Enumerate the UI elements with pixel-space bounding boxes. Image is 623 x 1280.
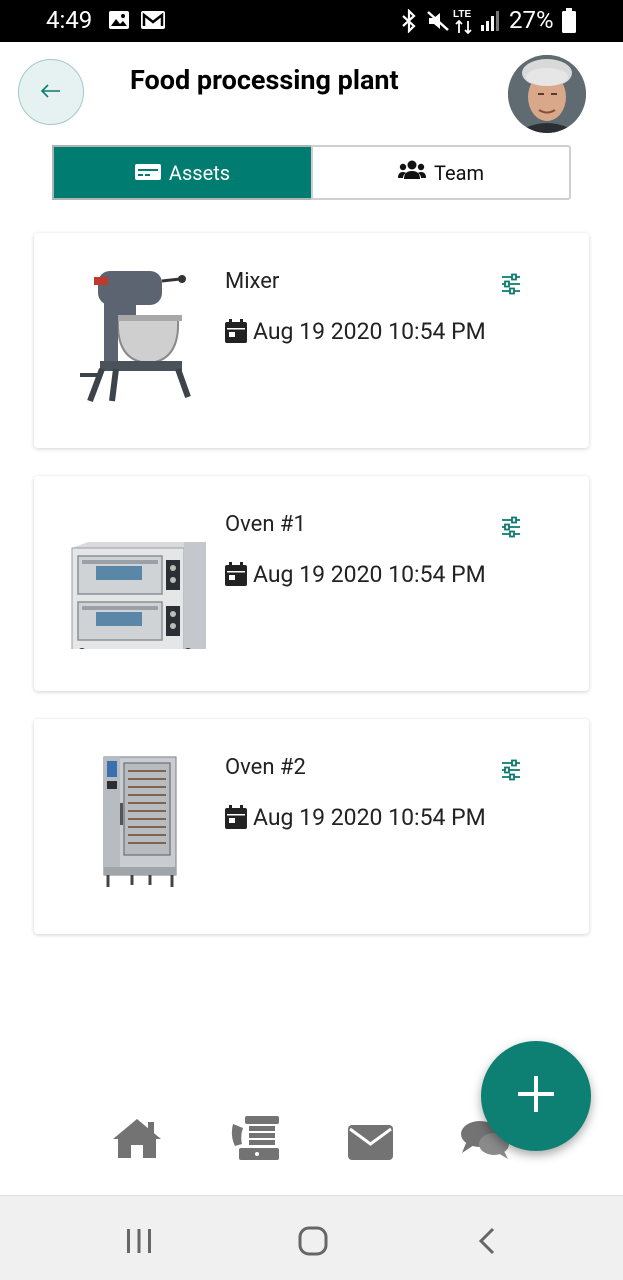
status-bar: 4:49 LTE 27% xyxy=(0,0,623,42)
gallery-icon xyxy=(108,9,130,35)
system-navigation-bar xyxy=(0,1195,623,1280)
bluetooth-icon xyxy=(400,8,418,37)
lte-icon: LTE xyxy=(452,7,476,39)
home-circle-icon[interactable] xyxy=(298,1226,328,1260)
battery-percentage: 27% xyxy=(509,6,554,34)
asset-name: Oven #1 xyxy=(225,512,306,537)
page-title: Food processing plant xyxy=(130,64,399,96)
back-nav-icon[interactable] xyxy=(478,1226,496,1260)
back-button[interactable] xyxy=(18,59,84,125)
home-icon[interactable] xyxy=(112,1117,162,1163)
mail-icon[interactable] xyxy=(348,1125,393,1164)
recents-icon[interactable] xyxy=(126,1229,152,1257)
mute-icon xyxy=(426,9,450,37)
plus-icon xyxy=(518,1076,554,1116)
arrow-left-icon xyxy=(40,83,61,102)
avatar[interactable] xyxy=(508,55,586,133)
signal-icon xyxy=(480,9,502,37)
asset-card-oven-1[interactable]: Oven #1 Aug 19 2020 10:54 PM xyxy=(34,476,589,691)
status-time: 4:49 xyxy=(46,6,93,34)
asset-image-deck-oven xyxy=(68,504,208,656)
asset-image-combi-oven xyxy=(68,747,208,892)
helpdesk-icon[interactable] xyxy=(229,1114,281,1166)
add-asset-button[interactable] xyxy=(481,1041,591,1151)
sliders-icon[interactable] xyxy=(500,759,522,781)
asset-name: Oven #2 xyxy=(225,755,306,780)
asset-card-mixer[interactable]: Mixer Aug 19 2020 10:54 PM xyxy=(34,233,589,448)
sliders-icon[interactable] xyxy=(500,273,522,295)
calendar-icon xyxy=(225,562,247,586)
calendar-icon xyxy=(225,805,247,829)
tab-team-label: Team xyxy=(434,160,484,185)
users-icon xyxy=(398,160,426,185)
card-icon xyxy=(134,161,161,185)
calendar-icon xyxy=(225,319,247,343)
battery-icon xyxy=(561,8,577,38)
sliders-icon[interactable] xyxy=(500,516,522,538)
asset-card-oven-2[interactable]: Oven #2 Aug 19 2020 10:54 PM xyxy=(34,719,589,934)
asset-date: Aug 19 2020 10:54 PM xyxy=(253,561,486,588)
tab-team[interactable]: Team xyxy=(311,145,571,200)
gmail-icon xyxy=(140,9,166,35)
svg-text:LTE: LTE xyxy=(453,9,471,20)
asset-date: Aug 19 2020 10:54 PM xyxy=(253,804,486,831)
asset-name: Mixer xyxy=(225,269,280,294)
asset-date: Aug 19 2020 10:54 PM xyxy=(253,318,486,345)
tab-assets-label: Assets xyxy=(168,160,231,185)
asset-image-mixer xyxy=(68,261,208,406)
tab-assets[interactable]: Assets xyxy=(52,145,311,200)
